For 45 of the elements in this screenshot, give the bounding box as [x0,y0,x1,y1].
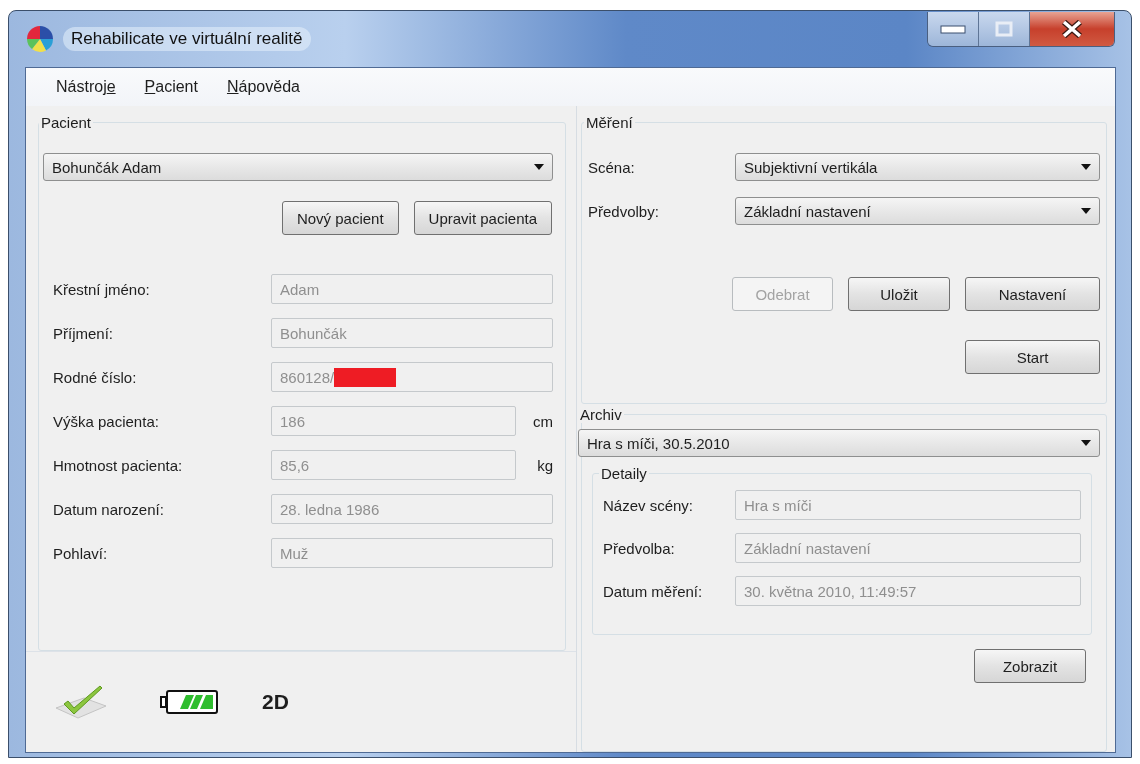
field-label: Hmotnost pacienta: [53,456,184,474]
field-label: Příjmení: [53,324,114,342]
close-icon [1061,20,1083,38]
button[interactable]: Zobrazit [974,649,1086,683]
button[interactable]: Nový pacient [281,201,399,235]
field-label: Název scény: [603,496,695,514]
button[interactable]: Upravit pacienta [413,201,552,235]
dropdown-arrow-icon [1081,440,1091,446]
dropdown-arrow-icon [1081,208,1091,214]
group-title: Pacient [40,114,93,131]
app-logo-icon [26,25,54,53]
field-label: Předvolby: [588,202,660,220]
field-label: Křestní jméno: [53,280,151,298]
battery-icon [160,689,218,715]
menu-item[interactable]: Nápověda [211,78,314,96]
menu-item[interactable]: Pacient [129,78,212,96]
unit-label: kg [536,456,553,474]
dropdown[interactable]: Základní nastavení [735,197,1100,225]
menu-item[interactable]: Nástroje [41,78,130,96]
minimize-button[interactable] [928,12,979,46]
field-label: Scéna: [588,158,636,176]
window-title: Rehabilicate ve virtuální realitě [63,27,311,51]
button[interactable]: Start [965,340,1100,374]
button[interactable]: Uložit [848,277,950,311]
maximize-icon [995,21,1013,37]
field-label: Rodné číslo: [53,368,138,386]
mode-label: 2D [262,690,289,714]
dropdown[interactable]: Bohunčák Adam [43,153,553,181]
dropdown[interactable]: Subjektivní vertikála [735,153,1100,181]
dropdown[interactable]: Hra s míči, 30.5.2010 [578,429,1100,457]
dropdown-arrow-icon [534,164,544,170]
button[interactable]: Nastavení [965,277,1100,311]
unit-label: cm [532,412,553,430]
group-title: Archiv [579,406,623,423]
field-label: Datum narození: [53,500,165,518]
field-label: Pohlaví: [53,544,109,562]
field-label: Výška pacienta: [53,412,160,430]
group-title: Měření [585,114,634,131]
dropdown-arrow-icon [1081,164,1091,170]
minimize-icon [940,24,966,34]
checkmark-icon [54,684,108,720]
close-button[interactable] [1030,12,1114,46]
group-title: Detaily [600,465,648,482]
field-label: Předvolba: [603,539,676,557]
field-label: Datum měření: [603,582,704,600]
